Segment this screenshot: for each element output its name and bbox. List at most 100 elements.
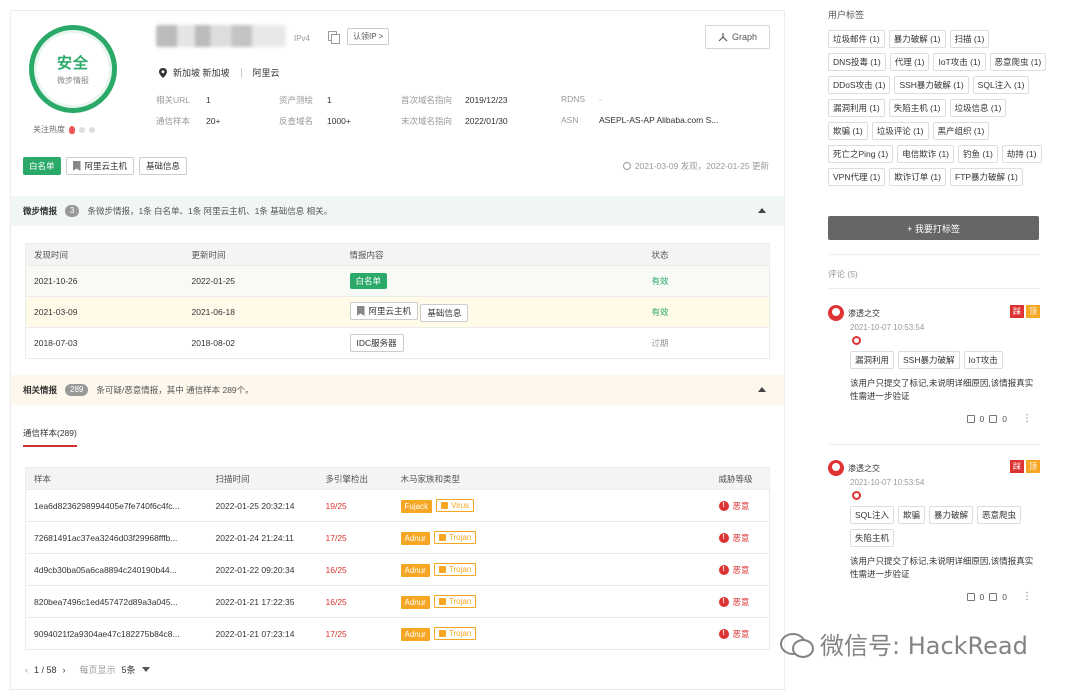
prev-page-button[interactable]: ‹ bbox=[25, 665, 28, 675]
comment-user[interactable]: 渗透之交 bbox=[848, 463, 880, 474]
dislike-count: 0 bbox=[1002, 591, 1007, 602]
tab-comm-samples[interactable]: 通信样本(289) bbox=[23, 427, 77, 447]
comment-tag[interactable]: 暴力破解 bbox=[929, 506, 974, 524]
type-badge[interactable]: Trojan bbox=[433, 563, 477, 576]
basic-info-tag[interactable]: 基础信息 bbox=[420, 304, 469, 322]
table-row: 2021-03-09 2021-06-18 阿里云主机 基础信息 有效 bbox=[25, 296, 770, 328]
table-row: 2018-07-03 2018-08-02 IDC服务器 过期 bbox=[25, 327, 770, 359]
user-tag[interactable]: SQL注入 (1) bbox=[972, 76, 1030, 94]
layers-icon bbox=[441, 502, 449, 509]
graph-button[interactable]: Graph bbox=[705, 25, 770, 49]
user-tag[interactable]: 黑产组织 (1) bbox=[932, 122, 990, 140]
user-tag[interactable]: 漏洞利用 (1) bbox=[828, 99, 885, 117]
comment-tag[interactable]: SSH暴力破解 bbox=[898, 351, 960, 369]
table-row: 820bea7496c1ed457472d89a3a045... 2022-01… bbox=[25, 585, 770, 618]
user-tag[interactable]: 垃圾信息 (1) bbox=[949, 99, 1007, 117]
chevron-down-icon[interactable] bbox=[141, 667, 150, 672]
user-tag[interactable]: 失陷主机 (1) bbox=[888, 99, 946, 117]
user-tag[interactable]: 垃圾评论 (1) bbox=[871, 122, 929, 140]
family-badge[interactable]: Adnur bbox=[400, 564, 430, 577]
user-tag[interactable]: SSH暴力破解 (1) bbox=[894, 76, 969, 94]
clock-icon bbox=[622, 162, 631, 170]
thumbs-down-icon[interactable] bbox=[989, 414, 998, 423]
thumbs-up-icon[interactable] bbox=[966, 414, 975, 423]
user-tag[interactable]: 死亡之Ping (1) bbox=[828, 145, 894, 163]
related-section-header[interactable]: 相关情报 289 条可疑/恶意情报，其中 通信样本 289个。 bbox=[11, 375, 784, 405]
user-tag[interactable]: 垃圾邮件 (1) bbox=[828, 30, 885, 48]
whitelist-tag[interactable]: 白名单 bbox=[23, 157, 61, 175]
user-tag[interactable]: VPN代理 (1) bbox=[828, 168, 886, 186]
idc-server-tag[interactable]: IDC服务器 bbox=[349, 334, 404, 352]
first-domain-field: 首次域名指向 2019/12/23 bbox=[401, 95, 508, 105]
last-domain-field: 末次域名指向 2022/01/30 bbox=[401, 116, 508, 126]
type-badge[interactable]: Trojan bbox=[433, 531, 477, 544]
type-badge[interactable]: Trojan bbox=[433, 595, 477, 608]
aliyun-host-tag[interactable]: 阿里云主机 bbox=[349, 302, 419, 320]
type-badge[interactable]: Virus bbox=[436, 499, 475, 512]
user-tag[interactable]: 劫持 (1) bbox=[1001, 145, 1042, 163]
comm-sample-link[interactable]: 20+ bbox=[206, 116, 220, 126]
family-badge[interactable]: Adnur bbox=[400, 596, 430, 609]
whitelist-tag[interactable]: 白名单 bbox=[349, 273, 388, 289]
collapse-chevron-icon[interactable] bbox=[758, 208, 766, 213]
user-tag[interactable]: 钓鱼 (1) bbox=[958, 145, 998, 163]
basic-info-tag[interactable]: 基础信息 bbox=[139, 157, 188, 175]
more-icon[interactable]: ⋮ bbox=[1022, 591, 1032, 602]
sample-hash-link[interactable]: 9094021f2a9304ae47c182275b84c8... bbox=[25, 617, 208, 650]
family-badge[interactable]: Fujack bbox=[400, 500, 433, 513]
intel-section-header[interactable]: 微步情报 3 条微步情报，1条 白名单、1条 阿里云主机、1条 基础信息 相关。 bbox=[11, 196, 784, 226]
thumbs-down-icon[interactable] bbox=[989, 592, 998, 601]
family-badge[interactable]: Adnur bbox=[400, 532, 430, 545]
report-button[interactable]: 踩 bbox=[1010, 305, 1024, 318]
user-tag[interactable]: 代理 (1) bbox=[889, 53, 930, 71]
comment-tag[interactable]: IoT攻击 bbox=[963, 351, 1003, 369]
user-tag[interactable]: DNS投毒 (1) bbox=[828, 53, 886, 71]
samples-table: 样本 扫描时间 多引擎检出 木马家族和类型 威胁等级 1ea6d82362989… bbox=[25, 467, 770, 650]
more-icon[interactable]: ⋮ bbox=[1022, 413, 1032, 424]
thumbs-up-icon[interactable] bbox=[966, 592, 975, 601]
upvote-button[interactable]: 顶 bbox=[1026, 460, 1040, 473]
comment-tag[interactable]: SQL注入 bbox=[850, 506, 895, 524]
related-url-field: 相关URL 1 bbox=[156, 95, 211, 105]
per-page-select[interactable]: 5条 bbox=[122, 663, 136, 676]
family-badge[interactable]: Adnur bbox=[400, 628, 430, 641]
comment-tag[interactable]: 恶意爬虫 bbox=[977, 506, 1022, 524]
comm-sample-field: 通信样本 20+ bbox=[156, 116, 221, 126]
upvote-button[interactable]: 顶 bbox=[1026, 305, 1040, 318]
asset-link[interactable]: 1 bbox=[327, 95, 332, 105]
threat-level: ! 恶意 bbox=[718, 500, 750, 512]
user-tag[interactable]: FTP暴力破解 (1) bbox=[950, 168, 1023, 186]
ip-type: IPv4 bbox=[294, 34, 311, 43]
sample-hash-link[interactable]: 72681491ac37ea3246d03f29968fffb... bbox=[25, 521, 208, 554]
add-tag-button[interactable]: + 我要打标签 bbox=[828, 216, 1039, 240]
comment-user[interactable]: 渗透之交 bbox=[848, 308, 880, 319]
comment-time: 2021-10-07 10:53:54 bbox=[850, 323, 925, 332]
reverse-domain-field: 反查域名 1000+ bbox=[279, 116, 351, 126]
copy-icon[interactable] bbox=[328, 31, 340, 44]
user-tag[interactable]: 扫描 (1) bbox=[949, 30, 990, 48]
sample-hash-link[interactable]: 1ea6d8236298994405e7fe740f6c4fc... bbox=[25, 489, 208, 522]
report-button[interactable]: 踩 bbox=[1010, 460, 1024, 473]
next-page-button[interactable]: › bbox=[63, 665, 66, 675]
divider bbox=[828, 444, 1040, 445]
reverse-domain-link[interactable]: 1000+ bbox=[327, 116, 351, 126]
comment-tag[interactable]: 漏洞利用 bbox=[850, 351, 895, 369]
sample-hash-link[interactable]: 4d9cb30ba05a6ca8894c240190b44... bbox=[25, 553, 208, 586]
sample-hash-link[interactable]: 820bea7496c1ed457472d89a3a045... bbox=[25, 585, 208, 618]
user-tag[interactable]: DDoS攻击 (1) bbox=[828, 76, 891, 94]
user-tag[interactable]: 恶意爬虫 (1) bbox=[989, 53, 1047, 71]
type-badge[interactable]: Trojan bbox=[433, 627, 477, 640]
user-tag[interactable]: 欺骗 (1) bbox=[828, 122, 868, 140]
comment-tag[interactable]: 欺骗 bbox=[898, 506, 926, 524]
intel-description: 条微步情报，1条 白名单、1条 阿里云主机、1条 基础信息 相关。 bbox=[87, 206, 333, 216]
user-tag[interactable]: 电信欺诈 (1) bbox=[897, 145, 955, 163]
claim-ip-button[interactable]: 认领IP > bbox=[347, 28, 390, 45]
collapse-chevron-icon[interactable] bbox=[758, 387, 766, 392]
aliyun-host-tag[interactable]: 阿里云主机 bbox=[65, 157, 135, 175]
user-tag[interactable]: 暴力破解 (1) bbox=[888, 30, 946, 48]
user-tag[interactable]: 欺诈订单 (1) bbox=[889, 168, 946, 186]
asn-field: ASN ASEPL-AS-AP Alibaba.com S... bbox=[561, 115, 719, 125]
related-url-link[interactable]: 1 bbox=[206, 95, 211, 105]
comment-tag[interactable]: 失陷主机 bbox=[850, 529, 895, 547]
user-tag[interactable]: IoT攻击 (1) bbox=[933, 53, 986, 71]
